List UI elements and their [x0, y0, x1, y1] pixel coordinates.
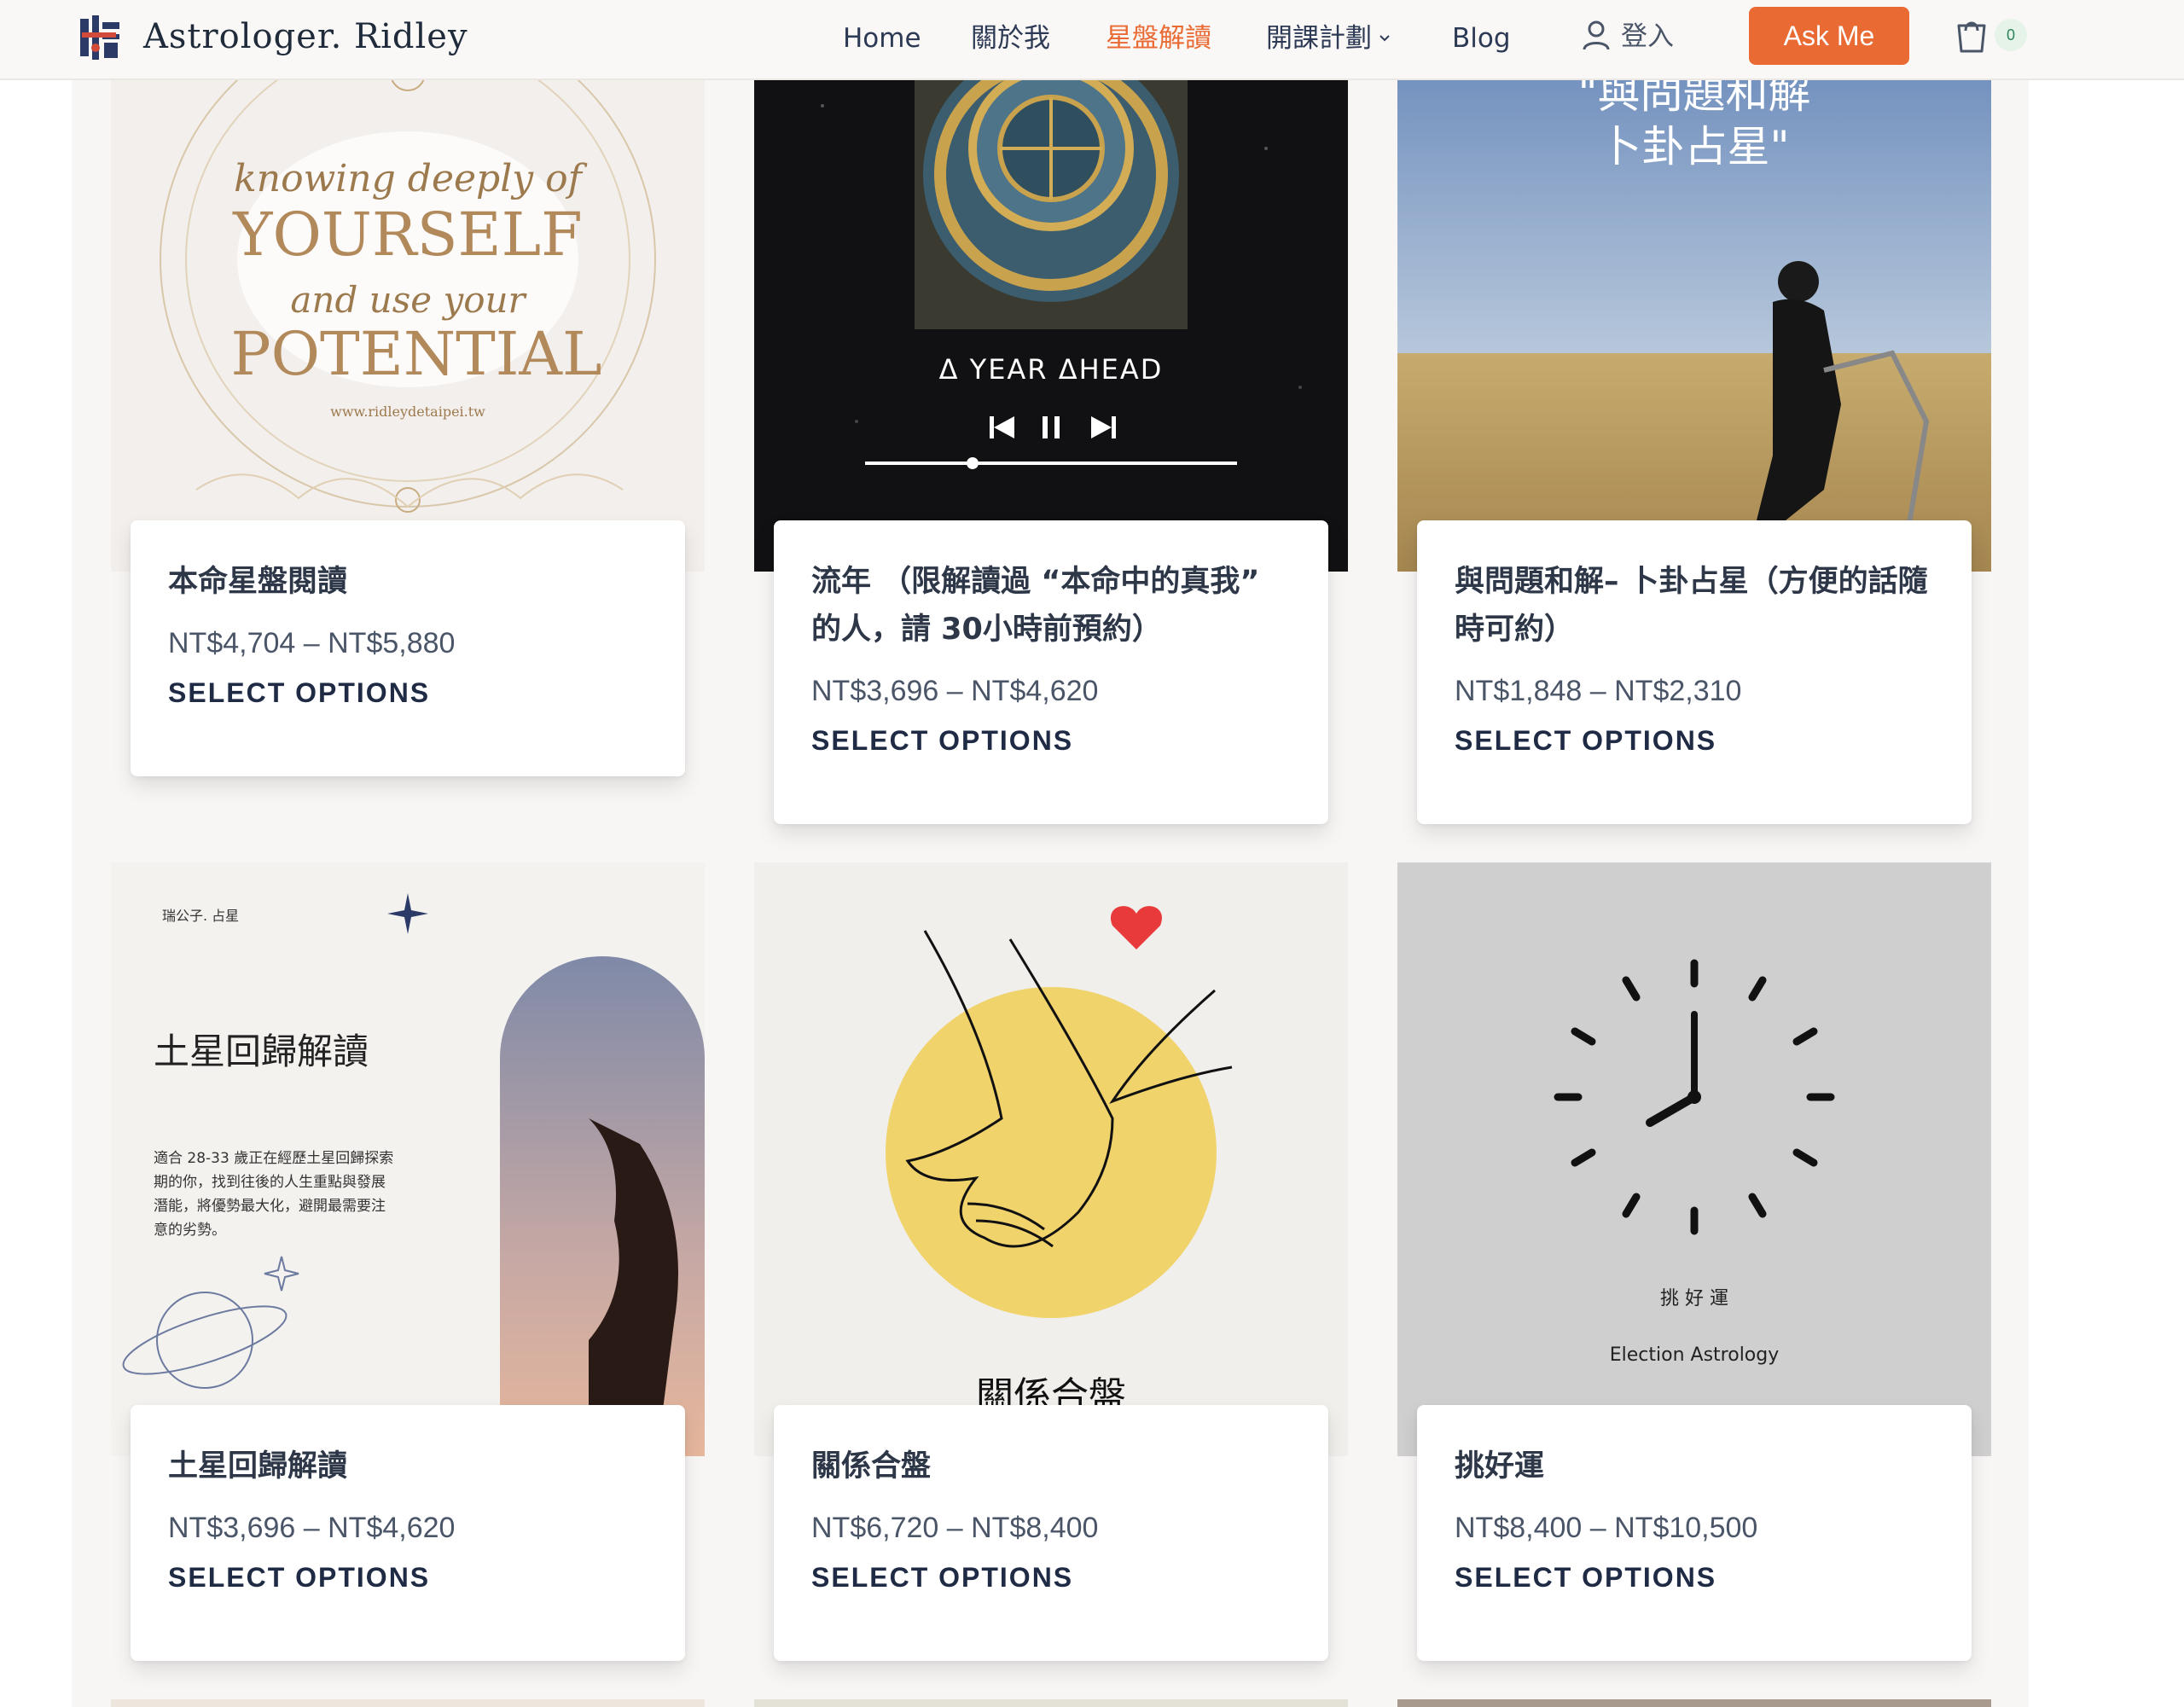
image-body-4: 意的劣勢。 — [154, 1222, 226, 1239]
nav-chart-reading[interactable]: 星盤解讀 — [1106, 19, 1211, 61]
product-title[interactable]: 土星回歸解讀 — [168, 1443, 648, 1490]
cart-count-badge: 0 — [1995, 19, 2027, 51]
product-price: NT$3,696 – NT$4,620 — [168, 1512, 456, 1544]
user-icon[interactable] — [1582, 19, 1611, 53]
product-title[interactable]: 挑好運 — [1455, 1443, 1934, 1490]
image-text-line2: YOURSELF — [232, 200, 582, 270]
product-image[interactable]: 瑞公子. 占星 土星回歸解讀 適合 28-33 歲正在經歷土星回歸探索 期的你，… — [111, 862, 705, 1456]
image-caption-en: Election Astrology — [1610, 1344, 1780, 1366]
product-card: 挑好運 NT$8,400 – NT$10,500 SELECT OPTIONS — [1417, 1405, 1972, 1661]
product-title[interactable]: 流年 （限解讀過 “本命中的真我” 的人，請 30小時前預約） — [811, 558, 1291, 653]
select-options-button[interactable]: SELECT OPTIONS — [811, 723, 1291, 758]
image-text-line3: and use your — [290, 279, 527, 321]
select-options-button[interactable]: SELECT OPTIONS — [811, 1560, 1291, 1594]
product-price: NT$1,848 – NT$2,310 — [1455, 675, 1742, 707]
product-card: 流年 （限解讀過 “本命中的真我” 的人，請 30小時前預約） NT$3,696… — [774, 520, 1328, 824]
product-image[interactable]: 挑 好 運 Election Astrology — [1397, 862, 1991, 1456]
nav-about[interactable]: 關於我 — [971, 19, 1050, 61]
image-body-2: 期的你，找到往後的人生重點與發展 — [154, 1174, 386, 1191]
image-text-line1: knowing deeply of — [234, 157, 588, 200]
next-row-image-peek — [1397, 1699, 1991, 1707]
product-image[interactable]: knowing deeply of YOURSELF and use your … — [111, 0, 705, 572]
product-card: 土星回歸解讀 NT$3,696 – NT$4,620 SELECT OPTION… — [131, 1405, 685, 1661]
site-header: Astrologer. Ridley Home 關於我 星盤解讀 開課計劃 Bl… — [0, 0, 2184, 80]
site-logo-text[interactable]: Astrologer. Ridley — [143, 15, 468, 58]
product-image[interactable]: "與問題和解 卜卦占星" — [1397, 0, 1991, 572]
select-options-button[interactable]: SELECT OPTIONS — [1455, 1560, 1934, 1594]
select-options-button[interactable]: SELECT OPTIONS — [168, 676, 648, 710]
select-options-button[interactable]: SELECT OPTIONS — [1455, 723, 1934, 758]
product-title[interactable]: 本命星盤閱讀 — [168, 558, 648, 606]
login-link[interactable]: 登入 — [1621, 17, 1674, 56]
product-price: NT$6,720 – NT$8,400 — [811, 1512, 1099, 1544]
next-row-image-peek — [754, 1699, 1348, 1707]
image-text-line2: 卜卦占星" — [1600, 122, 1790, 171]
product-card: 與問題和解– 卜卦占星（方便的話隨時可約） NT$1,848 – NT$2,31… — [1417, 520, 1972, 824]
image-text-url: www.ridleydetaipei.tw — [330, 404, 485, 420]
product-image[interactable]: Δ YEAR ΔHEAD — [754, 0, 1348, 572]
next-row-image-peek — [111, 1699, 705, 1707]
image-heading: 土星回歸解讀 — [154, 1031, 369, 1072]
product-title[interactable]: 關係合盤 — [811, 1443, 1291, 1490]
image-body-3: 潛能，將優勢最大化，避開最需要注 — [154, 1198, 386, 1215]
nav-courses-label: 開課計劃 — [1266, 23, 1372, 54]
product-card: 關係合盤 NT$6,720 – NT$8,400 SELECT OPTIONS — [774, 1405, 1328, 1661]
image-caption: Δ YEAR ΔHEAD — [939, 353, 1164, 386]
nav-blog[interactable]: Blog — [1452, 19, 1511, 61]
product-price: NT$3,696 – NT$4,620 — [811, 675, 1099, 707]
ask-me-button[interactable]: Ask Me — [1749, 7, 1909, 65]
product-price: NT$8,400 – NT$10,500 — [1455, 1512, 1758, 1544]
product-price: NT$4,704 – NT$5,880 — [168, 627, 456, 659]
nav-home[interactable]: Home — [843, 19, 921, 61]
select-options-button[interactable]: SELECT OPTIONS — [168, 1560, 648, 1594]
image-caption-zh: 挑 好 運 — [1660, 1288, 1728, 1309]
chevron-down-icon — [1380, 35, 1390, 42]
image-text-line4: POTENTIAL — [231, 319, 602, 389]
product-image[interactable]: 關係合盤 — [754, 862, 1348, 1456]
product-title[interactable]: 與問題和解– 卜卦占星（方便的話隨時可約） — [1455, 558, 1934, 653]
product-card: 本命星盤閱讀 NT$4,704 – NT$5,880 SELECT OPTION… — [131, 520, 685, 776]
image-brand: 瑞公子. 占星 — [162, 908, 239, 924]
nav-courses[interactable]: 開課計劃 — [1266, 19, 1391, 61]
image-body-1: 適合 28-33 歲正在經歷土星回歸探索 — [154, 1150, 393, 1167]
cart-icon[interactable] — [1954, 15, 1989, 55]
logo-icon[interactable] — [78, 14, 123, 63]
